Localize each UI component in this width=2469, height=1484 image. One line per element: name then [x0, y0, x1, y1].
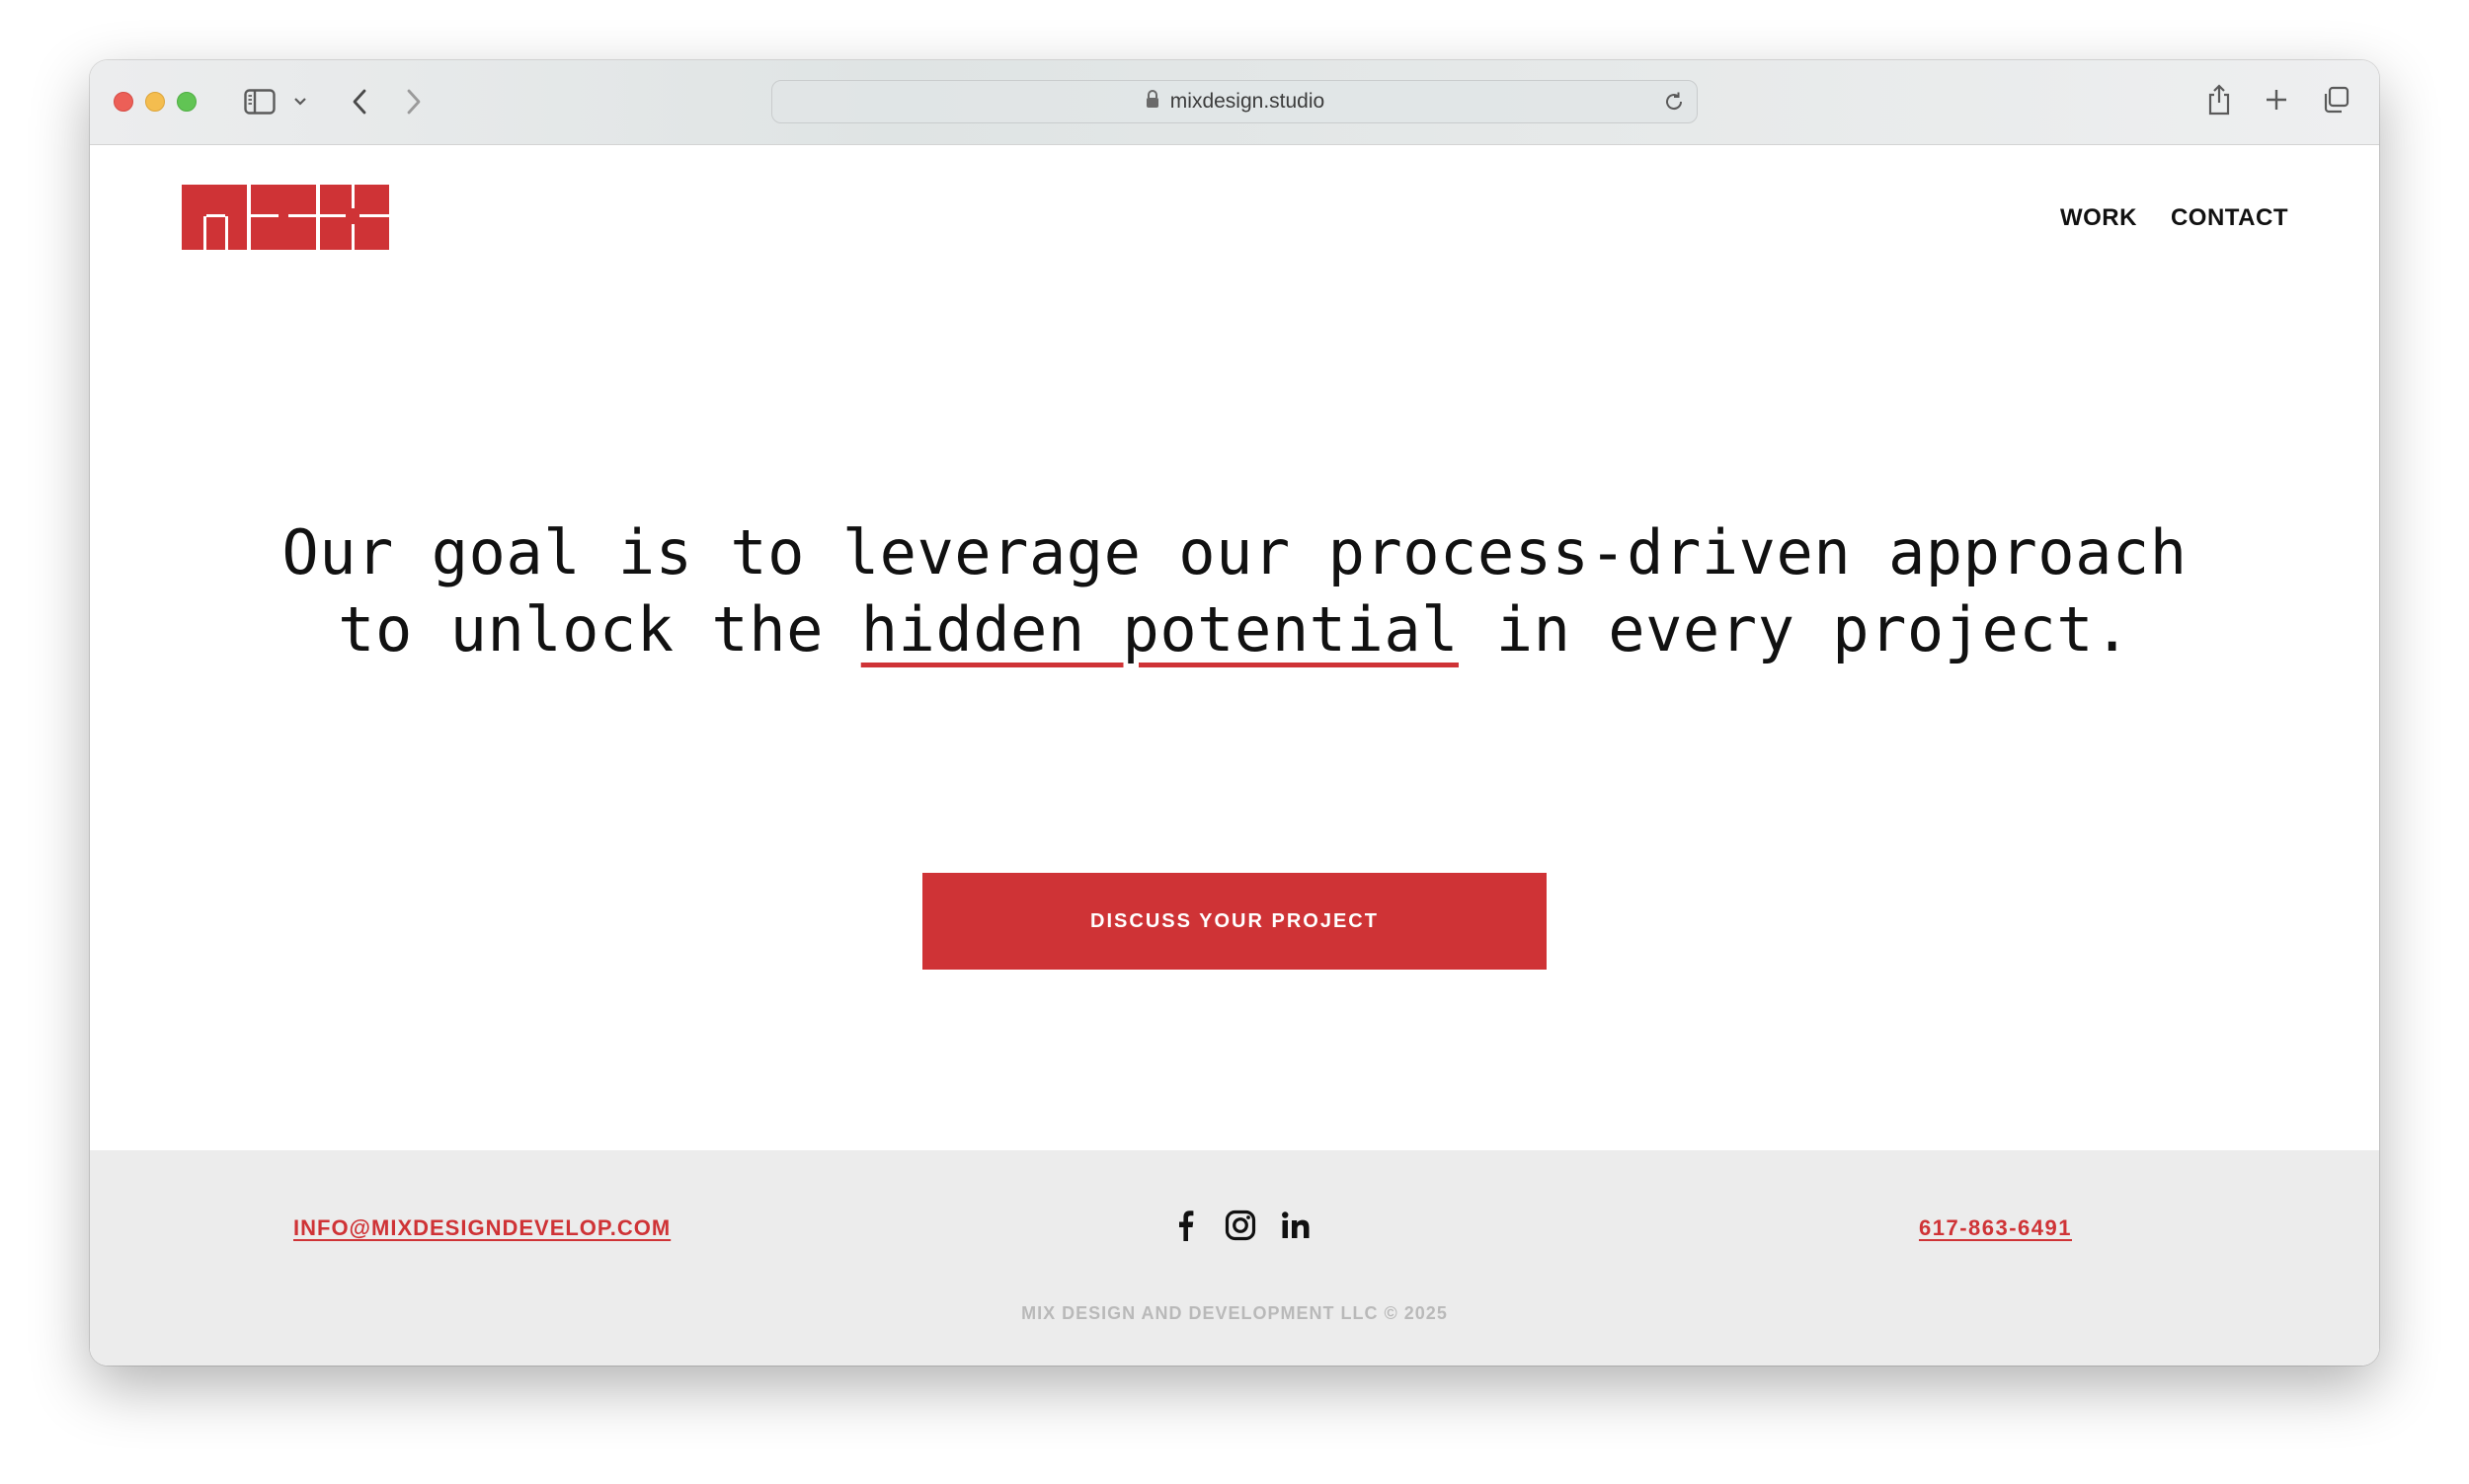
minimize-window-button[interactable] [145, 92, 165, 112]
facebook-icon[interactable] [1168, 1209, 1202, 1242]
headline-line-2-end: in every project. [1458, 593, 2131, 665]
address-bar[interactable]: mixdesign.studio [771, 80, 1698, 123]
headline-highlight: hidden potential [860, 593, 1459, 665]
share-icon[interactable] [2202, 80, 2236, 119]
nav-work-link[interactable]: WORK [2060, 204, 2137, 232]
discuss-project-button[interactable]: DISCUSS YOUR PROJECT [922, 873, 1547, 970]
forward-icon[interactable] [399, 84, 429, 119]
nav-contact-link[interactable]: CONTACT [2171, 204, 2288, 232]
main-nav: WORK CONTACT [2060, 204, 2288, 232]
new-tab-icon[interactable] [2261, 84, 2292, 116]
address-bar-content: mixdesign.studio [772, 81, 1697, 122]
close-window-button[interactable] [114, 92, 133, 112]
web-page: WORK CONTACT Our goal is to leverage our… [90, 145, 2379, 1366]
url-text: mixdesign.studio [1169, 90, 1325, 113]
browser-window: mixdesign.studio WORK CONTACT Our goal i… [90, 60, 2379, 1366]
maximize-window-button[interactable] [177, 92, 197, 112]
headline-line-2: to unlock the hidden potential in every … [90, 591, 2379, 668]
browser-toolbar: mixdesign.studio [90, 60, 2379, 145]
linkedin-icon[interactable] [1279, 1209, 1313, 1242]
reload-icon[interactable] [1661, 89, 1687, 115]
headline-line-1: Our goal is to leverage our process-driv… [281, 516, 2188, 588]
copyright-text: MIX DESIGN AND DEVELOPMENT LLC © 2025 [1021, 1303, 1448, 1323]
instagram-icon[interactable] [1224, 1209, 1257, 1242]
mix-logo-icon[interactable] [182, 185, 389, 255]
site-footer: INFO@MIXDESIGNDEVELOP.COM 617-863-6491 M… [90, 1150, 2379, 1366]
tabs-overview-icon[interactable] [2318, 82, 2353, 117]
headline-line-2-start: to unlock the [338, 593, 861, 665]
sidebar-icon[interactable] [243, 86, 277, 117]
hero-headline: Our goal is to leverage our process-driv… [90, 514, 2379, 668]
chevron-down-icon[interactable] [292, 94, 308, 110]
social-links [1168, 1209, 1313, 1242]
footer-email-link[interactable]: INFO@MIXDESIGNDEVELOP.COM [293, 1215, 671, 1241]
back-icon[interactable] [345, 84, 374, 119]
lock-icon [1145, 89, 1160, 115]
footer-phone-link[interactable]: 617-863-6491 [1919, 1215, 2072, 1241]
